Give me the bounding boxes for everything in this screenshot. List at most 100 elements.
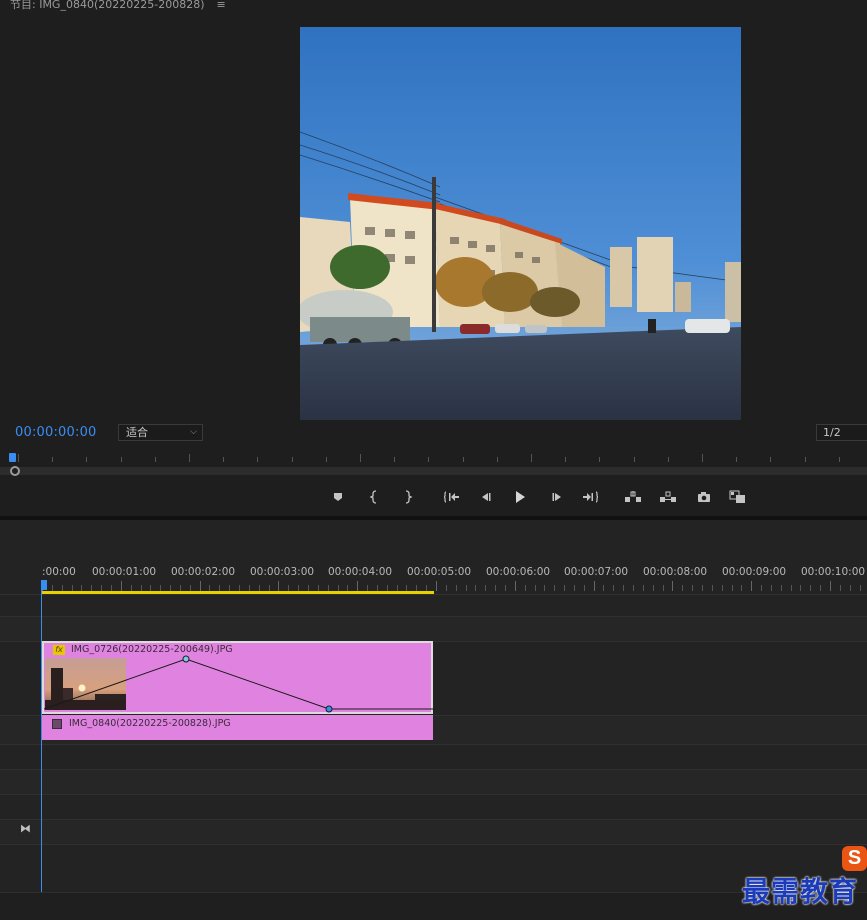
monitor-title[interactable]: 节目: IMG_0840(20220225-200828) ≡ bbox=[10, 0, 226, 12]
ruler-tick bbox=[436, 581, 437, 591]
ruler-label: 00:00:04:00 bbox=[328, 566, 393, 578]
ruler-tick bbox=[485, 585, 487, 591]
ruler-tick bbox=[199, 581, 201, 591]
ruler-tick bbox=[462, 457, 464, 462]
ruler-tick bbox=[736, 457, 738, 462]
ruler-tick bbox=[531, 454, 532, 462]
ruler-tick bbox=[702, 454, 703, 462]
ruler-tick bbox=[820, 585, 822, 591]
ruler-tick bbox=[810, 585, 812, 591]
ruler-label: 00:00:10:00 bbox=[801, 566, 866, 578]
zoom-handle[interactable] bbox=[10, 466, 20, 476]
ruler-tick bbox=[633, 457, 635, 462]
marker-icon[interactable] bbox=[327, 486, 349, 508]
ruler-tick bbox=[428, 457, 430, 462]
street-scene-image bbox=[300, 27, 741, 420]
ruler-tick bbox=[86, 457, 88, 462]
playback-resolution-select[interactable]: 1/2 bbox=[816, 424, 867, 441]
timeline-scrollbar[interactable] bbox=[0, 892, 867, 920]
program-video-frame[interactable] bbox=[300, 27, 741, 420]
ruler-tick bbox=[544, 585, 546, 591]
ruler-tick bbox=[455, 585, 457, 591]
track-row-a2[interactable] bbox=[0, 769, 867, 794]
ruler-tick bbox=[711, 585, 713, 591]
ruler-tick bbox=[554, 585, 556, 591]
ruler-tick bbox=[603, 585, 605, 591]
clip-img-0726[interactable]: fx IMG_0726(20220225-200649).JPG bbox=[42, 641, 435, 716]
ruler-tick bbox=[701, 585, 703, 591]
step-back-icon[interactable] bbox=[475, 486, 497, 508]
track-row-a1[interactable] bbox=[0, 744, 867, 769]
ruler-tick bbox=[357, 581, 359, 591]
track-row-a4[interactable] bbox=[0, 819, 867, 844]
ruler-label: 00:00:02:00 bbox=[171, 566, 236, 578]
keyframe-point bbox=[182, 655, 190, 663]
compare-icon[interactable] bbox=[727, 486, 749, 508]
ruler-tick bbox=[496, 457, 498, 462]
ruler-tick bbox=[721, 585, 723, 591]
program-monitor: 节目: IMG_0840(20220225-200828) ≡ 00:00:00… bbox=[0, 0, 867, 516]
ruler-tick bbox=[804, 457, 806, 462]
ruler-tick bbox=[642, 585, 644, 591]
extract-icon[interactable] bbox=[657, 486, 679, 508]
ruler-tick bbox=[18, 454, 19, 462]
track-row-v3[interactable] bbox=[0, 616, 867, 641]
lift-icon[interactable] bbox=[622, 486, 644, 508]
monitor-zoom-scrollbar[interactable] bbox=[0, 467, 867, 475]
timeline-playhead-handle[interactable] bbox=[41, 580, 47, 590]
ruler-label: :00:00 bbox=[42, 566, 76, 578]
track-row-master[interactable] bbox=[0, 844, 867, 892]
fit-zoom-value: 适合 bbox=[126, 426, 148, 439]
ruler-tick bbox=[790, 585, 792, 591]
hamburger-icon[interactable]: ≡ bbox=[217, 0, 226, 11]
ruler-tick bbox=[565, 457, 567, 462]
ruler-tick bbox=[662, 585, 664, 591]
camera-icon[interactable] bbox=[693, 486, 715, 508]
watermark-badge: S bbox=[842, 846, 867, 871]
clip-name: IMG_0840(20220225-200828).JPG bbox=[69, 718, 231, 729]
ruler-tick bbox=[120, 581, 122, 591]
ruler-tick bbox=[394, 457, 396, 462]
ruler-tick bbox=[830, 581, 831, 591]
ruler-tick bbox=[445, 585, 447, 591]
keyframe-point bbox=[325, 705, 333, 713]
ruler-tick bbox=[849, 585, 851, 591]
fit-zoom-select[interactable]: 适合 ⌵ bbox=[118, 424, 203, 441]
mark-out-icon[interactable] bbox=[396, 486, 418, 508]
opacity-keyframe-graph[interactable] bbox=[44, 643, 435, 716]
watermark-text: 最需教育 bbox=[742, 875, 859, 908]
ruler-tick bbox=[534, 585, 536, 591]
ruler-tick bbox=[593, 581, 595, 591]
ruler-tick bbox=[672, 581, 674, 591]
ruler-tick bbox=[573, 585, 575, 591]
mark-in-icon[interactable] bbox=[364, 486, 386, 508]
step-forward-icon[interactable] bbox=[546, 486, 568, 508]
ruler-tick bbox=[838, 457, 840, 462]
clip-img-0840[interactable]: IMG_0840(20220225-200828).JPG bbox=[42, 715, 433, 740]
monitor-mini-ruler[interactable] bbox=[0, 451, 867, 465]
ruler-tick bbox=[475, 585, 477, 591]
ruler-tick bbox=[692, 585, 694, 591]
go-to-out-icon[interactable] bbox=[579, 486, 601, 508]
work-area-bar[interactable] bbox=[41, 591, 434, 594]
playhead-timecode[interactable]: 00:00:00:00 bbox=[15, 425, 97, 440]
ruler-tick bbox=[751, 581, 753, 591]
go-to-in-icon[interactable] bbox=[441, 486, 463, 508]
monitor-playhead-marker[interactable] bbox=[9, 453, 16, 462]
ruler-tick bbox=[278, 581, 280, 591]
bowtie-icon[interactable]: ⧓ bbox=[20, 822, 31, 835]
ruler-tick bbox=[52, 457, 54, 462]
ruler-label: 00:00:07:00 bbox=[564, 566, 629, 578]
chevron-down-icon: ⌵ bbox=[190, 427, 197, 437]
ruler-tick bbox=[360, 454, 361, 462]
track-row-v4[interactable] bbox=[0, 594, 867, 616]
ruler-tick bbox=[761, 585, 763, 591]
timeline-playhead-line bbox=[41, 590, 42, 892]
ruler-tick bbox=[120, 457, 122, 462]
ruler-tick bbox=[780, 585, 782, 591]
ruler-tick bbox=[731, 585, 733, 591]
track-row-a3[interactable] bbox=[0, 794, 867, 819]
ruler-label: 00:00:08:00 bbox=[643, 566, 708, 578]
play-icon[interactable] bbox=[509, 486, 531, 508]
timeline-ruler[interactable]: :00:00 00:00:01:00 00:00:02:00 00:00:03:… bbox=[0, 560, 867, 594]
